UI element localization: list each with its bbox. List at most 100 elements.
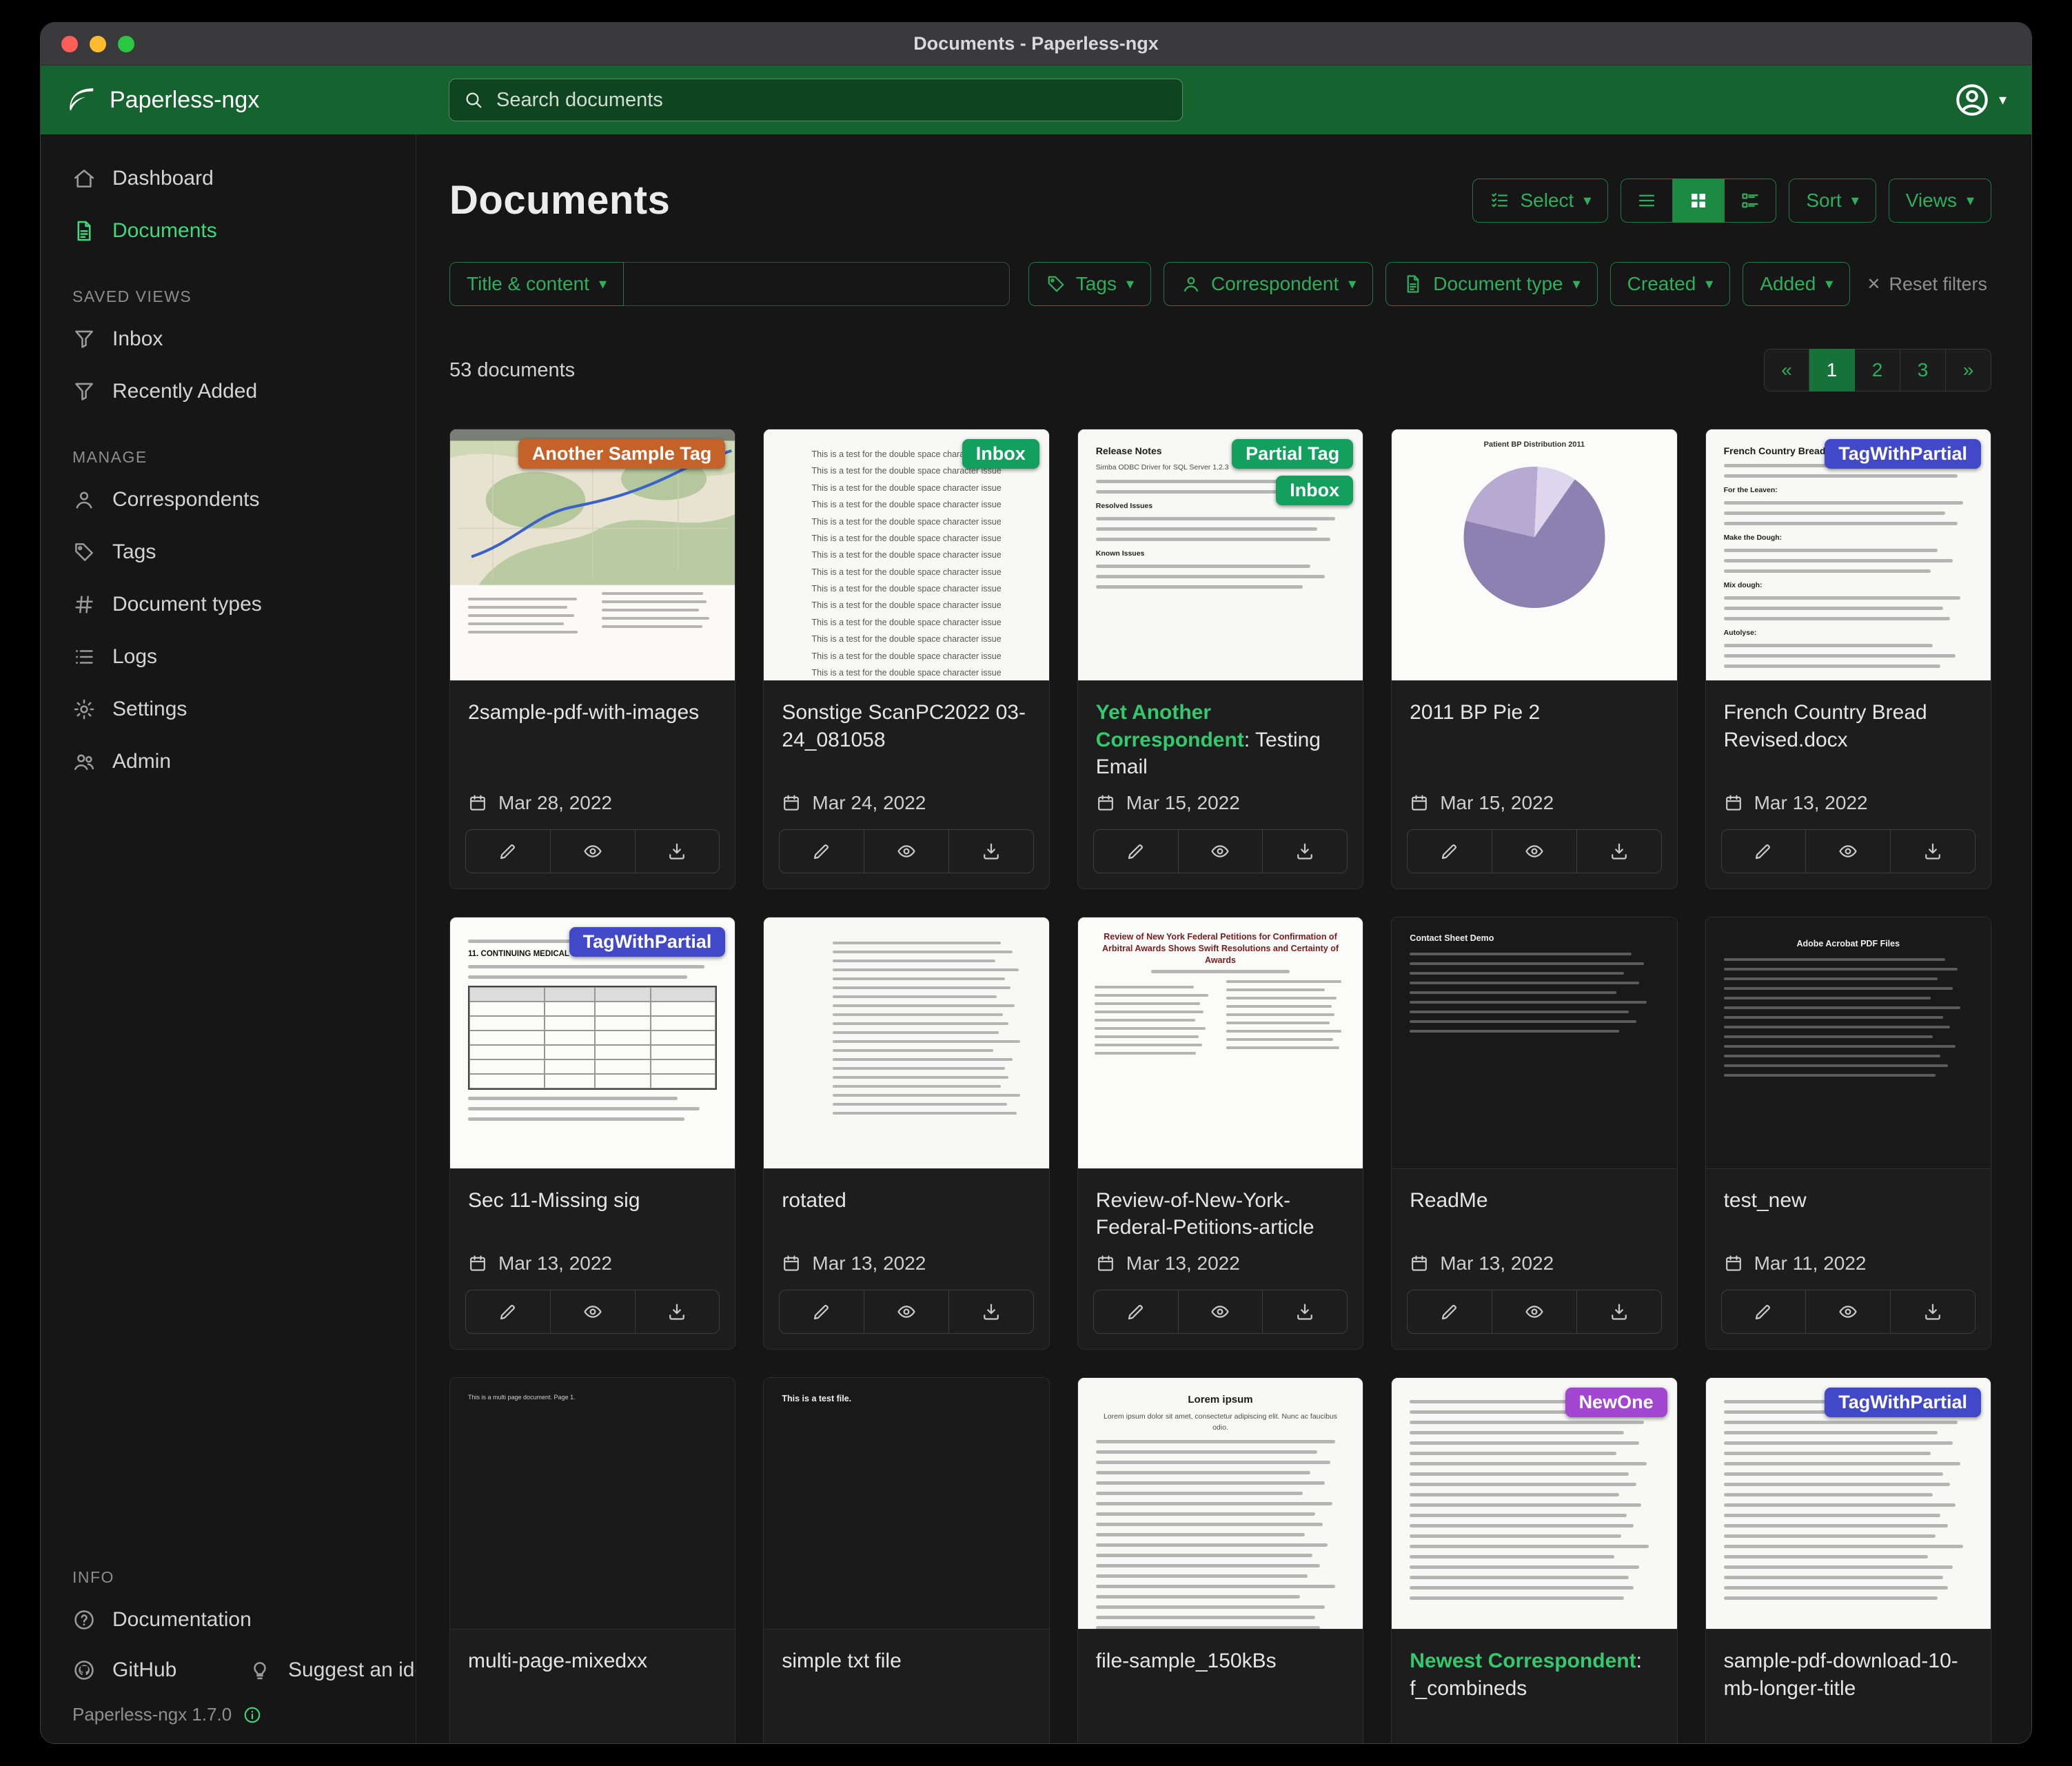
tag-pill[interactable]: Partial Tag [1232,439,1353,469]
download-document-button[interactable] [948,830,1033,873]
document-thumbnail[interactable]: Lorem ipsumLorem ipsum dolor sit amet, c… [1078,1378,1363,1630]
tag-pill[interactable]: TagWithPartial [1825,1388,1981,1417]
user-menu[interactable]: ▾ [1953,81,2007,119]
document-title[interactable]: 2sample-pdf-with-images [450,681,735,755]
document-thumbnail[interactable]: Contact Sheet Demo [1392,917,1676,1169]
download-document-button[interactable] [1576,830,1661,873]
document-title[interactable]: test_new [1706,1169,1991,1244]
document-thumbnail[interactable]: This is a test for the double space char… [764,429,1048,681]
view-document-button[interactable] [1805,830,1890,873]
page-next-button[interactable]: » [1946,349,1991,392]
document-title[interactable]: Sonstige ScanPC2022 03-24_081058 [764,681,1048,758]
filter-tags-button[interactable]: Tags▾ [1028,262,1151,306]
download-document-button[interactable] [1262,830,1347,873]
sort-button[interactable]: Sort ▾ [1789,179,1876,223]
page-2-button[interactable]: 2 [1855,349,1900,392]
view-document-button[interactable] [1178,1290,1263,1333]
view-document-button[interactable] [1492,1290,1576,1333]
view-grid-button[interactable] [1673,179,1725,223]
sidebar-item-admin[interactable]: Admin [41,735,416,788]
view-document-button[interactable] [864,830,948,873]
download-document-button[interactable] [1890,830,1975,873]
page-prev-button[interactable]: « [1764,349,1809,392]
minimize-window-button[interactable] [90,36,106,52]
tag-pill[interactable]: Inbox [962,439,1039,469]
tag-pill[interactable]: Inbox [1276,476,1353,505]
download-document-button[interactable] [1576,1290,1661,1333]
view-document-button[interactable] [864,1290,948,1333]
document-correspondent[interactable]: Newest Correspondent [1410,1650,1636,1672]
sidebar-item-correspondents[interactable]: Correspondents [41,474,416,526]
sidebar-item-inbox[interactable]: Inbox [41,313,416,365]
reset-filters-button[interactable]: ✕ Reset filters [1862,273,1991,296]
sidebar-item-document-types[interactable]: Document types [41,578,416,631]
zoom-window-button[interactable] [118,36,134,52]
download-document-button[interactable] [948,1290,1033,1333]
tag-pill[interactable]: TagWithPartial [569,927,726,957]
sidebar-item-dashboard[interactable]: Dashboard [41,152,416,205]
tag-pill[interactable]: TagWithPartial [1825,439,1981,469]
search-input[interactable] [495,88,1168,112]
document-thumbnail[interactable]: NewOne [1392,1378,1676,1630]
edit-document-button[interactable] [1722,1290,1806,1333]
select-button[interactable]: Select ▾ [1472,179,1608,223]
document-title[interactable]: ReadMe [1392,1169,1676,1244]
sidebar-item-github[interactable]: GitHub [41,1646,216,1694]
view-document-button[interactable] [1805,1290,1890,1333]
edit-document-button[interactable] [466,830,550,873]
tag-pill[interactable]: Another Sample Tag [518,439,726,469]
document-title[interactable]: Newest Correspondent: f_combineds [1392,1630,1676,1706]
view-document-button[interactable] [550,1290,635,1333]
document-thumbnail[interactable]: This is a multi page document. Page 1. [450,1378,735,1630]
document-title[interactable]: Yet Another Correspondent: Testing Email [1078,681,1363,785]
filter-field-dropdown[interactable]: Title & content ▾ [449,262,624,306]
sidebar-item-recently-added[interactable]: Recently Added [41,365,416,418]
edit-document-button[interactable] [1094,830,1178,873]
document-thumbnail[interactable] [764,917,1048,1169]
views-button[interactable]: Views ▾ [1889,179,1991,223]
info-icon[interactable] [243,1705,262,1725]
document-thumbnail[interactable]: Another Sample Tag [450,429,735,681]
view-document-button[interactable] [550,830,635,873]
document-title[interactable]: rotated [764,1169,1048,1244]
download-document-button[interactable] [1262,1290,1347,1333]
document-thumbnail[interactable]: Adobe Acrobat PDF Files [1706,917,1991,1169]
document-thumbnail[interactable]: This is a test file. [764,1378,1048,1630]
download-document-button[interactable] [1890,1290,1975,1333]
document-title[interactable]: Review-of-New-York-Federal-Petitions-art… [1078,1169,1363,1246]
document-thumbnail[interactable]: TagWithPartial [1706,1378,1991,1630]
sidebar-item-logs[interactable]: Logs [41,631,416,683]
edit-document-button[interactable] [1408,1290,1492,1333]
edit-document-button[interactable] [466,1290,550,1333]
filter-created-button[interactable]: Created▾ [1610,262,1731,306]
filter-added-button[interactable]: Added▾ [1743,262,1850,306]
document-thumbnail[interactable]: Review of New York Federal Petitions for… [1078,917,1363,1169]
download-document-button[interactable] [635,1290,720,1333]
view-list-button[interactable] [1621,179,1673,223]
edit-document-button[interactable] [780,1290,864,1333]
document-title[interactable]: French Country Bread Revised.docx [1706,681,1991,758]
document-correspondent[interactable]: Yet Another Correspondent [1096,701,1244,751]
edit-document-button[interactable] [780,830,864,873]
view-document-button[interactable] [1492,830,1576,873]
document-thumbnail[interactable]: 11. CONTINUING MEDICAL EDUCA TagWithPart… [450,917,735,1169]
tag-pill[interactable]: NewOne [1565,1388,1667,1417]
edit-document-button[interactable] [1408,830,1492,873]
edit-document-button[interactable] [1094,1290,1178,1333]
edit-document-button[interactable] [1722,830,1806,873]
document-title[interactable]: sample-pdf-download-10-mb-longer-title [1706,1630,1991,1706]
filter-text-input[interactable] [624,262,1010,306]
document-thumbnail[interactable]: Release NotesSimba ODBC Driver for SQL S… [1078,429,1363,681]
document-title[interactable]: multi-page-mixedxx [450,1630,735,1704]
sidebar-item-tags[interactable]: Tags [41,526,416,578]
view-details-button[interactable] [1725,179,1776,223]
document-title[interactable]: 2011 BP Pie 2 [1392,681,1676,755]
close-window-button[interactable] [61,36,78,52]
sidebar-item-documents[interactable]: Documents [41,205,416,257]
sidebar-item-suggest-an-idea[interactable]: Suggest an idea [216,1646,416,1694]
view-document-button[interactable] [1178,830,1263,873]
page-3-button[interactable]: 3 [1900,349,1946,392]
sidebar-item-documentation[interactable]: Documentation [41,1594,416,1646]
download-document-button[interactable] [635,830,720,873]
sidebar-item-settings[interactable]: Settings [41,683,416,735]
